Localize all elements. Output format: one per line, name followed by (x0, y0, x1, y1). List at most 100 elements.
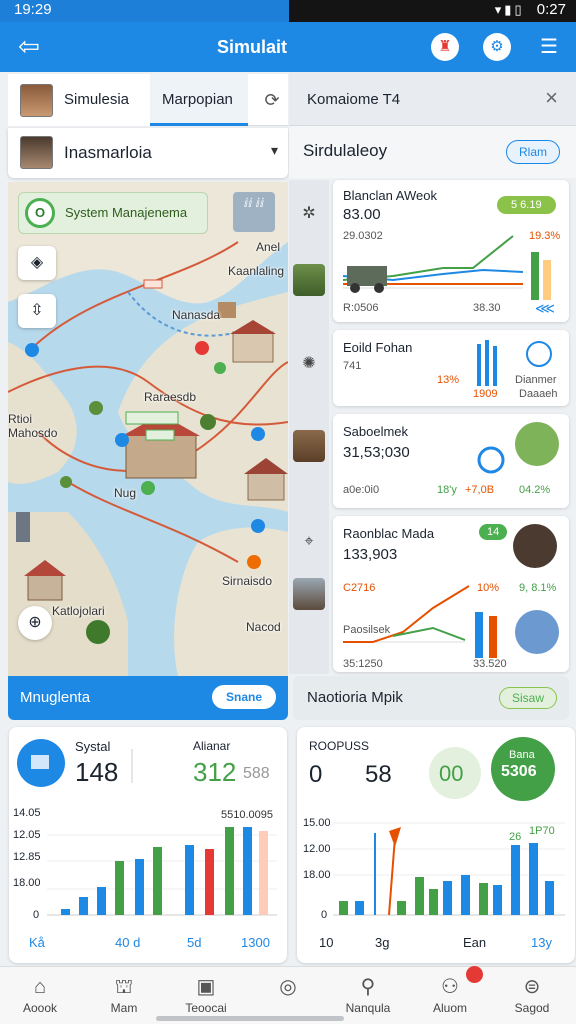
card-pct: 10% (477, 582, 500, 594)
tab-map-label: Marpopian (162, 91, 233, 108)
right-panel-button[interactable]: Rlam (505, 140, 560, 164)
chart-top-value: 5510.0095 (221, 809, 273, 821)
card-value: 133,903 (343, 546, 398, 563)
status-time-right: 0:27 (536, 1, 566, 18)
card-pill: 5 6.19 (497, 196, 556, 214)
map-info-chip[interactable]: O System Manajenema (18, 192, 208, 234)
card-red: C2716 (343, 582, 376, 594)
card-value: 31,53;030 (343, 444, 410, 461)
user-avatar (20, 136, 53, 169)
card-bottom: 33.520 (473, 658, 507, 670)
banner-button[interactable]: Snane (211, 685, 276, 709)
chart-bar (243, 827, 252, 915)
chart-bar (153, 847, 162, 915)
x-label: Ean (463, 935, 487, 950)
signal-icons: ▾▮▯ (494, 2, 525, 17)
circle-label: Bana (509, 749, 535, 761)
map-banner: Mnuglenta Snane (8, 676, 288, 720)
tab-simulation[interactable]: Simulesia (8, 74, 150, 126)
settings-icon[interactable]: ⚙ (483, 33, 511, 61)
thumbnail-image[interactable] (293, 578, 325, 610)
nav-label: Sagod (514, 1001, 550, 1015)
x-label: 3g (375, 935, 390, 950)
pin-icon[interactable]: ⌖ (293, 526, 325, 558)
stat-label: ROOPUSS (309, 739, 370, 753)
chart-bar (115, 861, 124, 915)
card-pct: 19.3% (529, 230, 561, 242)
side-rail: ✲ ✺ ⌖ (289, 180, 329, 674)
app-bar-right: ♜ ⚙ ☰ (289, 22, 576, 72)
chart-bar (397, 901, 406, 915)
tablet-icon: ▣ (196, 976, 216, 998)
right-banner-title: Naotioria Mpik (307, 689, 403, 706)
profile-icon: ⊜ (523, 976, 541, 998)
card-title: Raonblac Mada (343, 526, 435, 541)
card-label: Daaaeh (519, 388, 558, 400)
circle-value: 00 (439, 761, 464, 786)
tab-simulation-label: Simulesia (64, 91, 130, 108)
chart-bar (529, 843, 538, 915)
y-tick: 15.00 (303, 817, 331, 829)
chart-bar (97, 887, 106, 915)
bug-icon[interactable]: ✲ (293, 198, 325, 230)
card-subtotal[interactable]: Saboelmek 31,53;030 a0e:0i0 18'y +7,0B 0… (333, 414, 569, 508)
share-icon[interactable]: ⋘ (535, 300, 555, 317)
chevron-down-icon[interactable]: ▾ (271, 142, 278, 159)
search-icon: ⚲ (360, 976, 376, 998)
map-label: Rtioi (8, 412, 33, 426)
map-badge[interactable]: ⅈⅈ ⅈⅈ (233, 192, 275, 232)
nav-label: Aluom (432, 1001, 467, 1015)
card-pct: 13% (437, 374, 460, 386)
card-field[interactable]: Eoild Fohan 741 13% 1909 Dianmer Daaaeh (333, 330, 569, 406)
right-banner-button[interactable]: Sisaw (498, 687, 557, 709)
nav-map[interactable]: ⛫ Mam (88, 967, 160, 1024)
map-label: Anel (256, 240, 281, 254)
layers-icon[interactable]: ◈ (18, 246, 56, 280)
map-view[interactable]: O System Manajenema ⅈⅈ ⅈⅈ ◈ ⇳ ⊕ Anel Kaa… (8, 182, 288, 676)
nav-home[interactable]: ⌂ Aoook (4, 967, 76, 1024)
card-label: Dianmer (515, 374, 557, 386)
status-bar-left: 19:29 (0, 0, 289, 22)
status-bar-right: ▾▮▯ 0:27 (289, 0, 576, 22)
back-arrow-icon[interactable]: ⇦ (14, 32, 44, 62)
locate-icon[interactable]: ⊕ (18, 606, 52, 640)
thumbnail-image[interactable] (293, 430, 325, 462)
card-weekly[interactable]: Blanclan AWeok 83.00 29.0302 5 6.19 19.3… (333, 180, 569, 322)
x-label: 13y (531, 935, 552, 950)
stat-value-2: 312 (193, 757, 237, 787)
card-foot: a0e:0i0 (343, 484, 380, 496)
card-pct: 9, 8.1% (519, 582, 557, 594)
bar-top-label: 1P70 (529, 825, 555, 837)
menu-icon[interactable]: ☰ (535, 33, 563, 61)
chart-bar (461, 875, 470, 915)
user-selector[interactable]: Inasmarloia ▾ (8, 128, 288, 178)
right-panel-title: Komaiome T4 (307, 91, 401, 108)
x-label: 1300 (241, 935, 270, 950)
stat-label: Systal (75, 739, 111, 754)
card-mid: 1909 (473, 388, 498, 400)
close-icon[interactable]: × (545, 85, 558, 111)
notification-dot (466, 966, 483, 983)
home-icon: ⌂ (33, 976, 47, 998)
right-panel-subtitle: Sirdulaleoy (303, 141, 388, 160)
card-regional[interactable]: Raonblac Mada 133,903 14 C2716 10% 9, 8.… (333, 516, 569, 672)
alert-icon[interactable]: ♜ (431, 33, 459, 61)
compass-icon[interactable]: ⇳ (18, 294, 56, 328)
x-label: 40 d (115, 935, 141, 950)
stat-value: 148 (75, 757, 119, 787)
home-indicator[interactable] (156, 1016, 344, 1021)
tab-map[interactable]: Marpopian (150, 74, 248, 126)
card-foot: +7,0B (465, 484, 495, 496)
map-label: Nanasda (172, 308, 221, 322)
chart-bar (511, 845, 520, 915)
chart-bar (429, 889, 438, 915)
thumbnail-image[interactable] (293, 264, 325, 296)
card-foot: R:0506 (343, 302, 379, 314)
y-tick: 0 (33, 909, 40, 921)
card-value: 83.00 (343, 206, 381, 223)
nav-label: Mam (110, 1001, 138, 1015)
chart-bar (225, 827, 234, 915)
nav-profile[interactable]: ⊜ Sagod (496, 967, 568, 1024)
gear-icon[interactable]: ✺ (293, 348, 325, 380)
refresh-icon[interactable]: ⟳ (256, 74, 288, 126)
